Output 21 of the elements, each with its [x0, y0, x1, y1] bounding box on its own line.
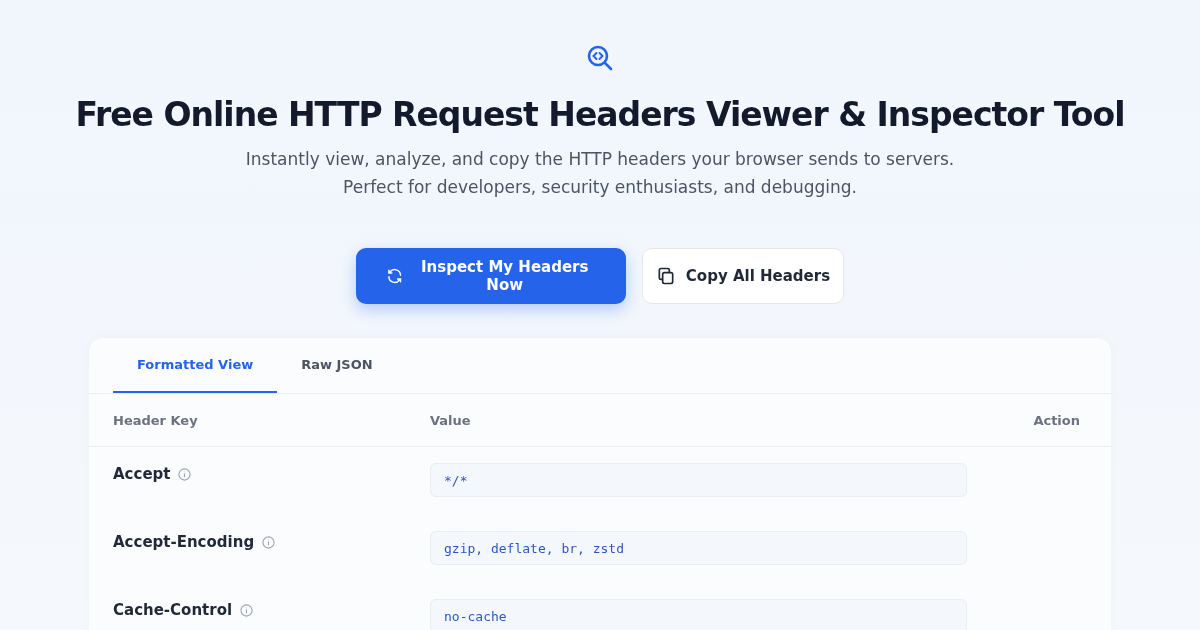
header-value: no-cache: [430, 599, 967, 630]
info-icon: [178, 468, 192, 481]
inspect-button[interactable]: Inspect My Headers Now: [356, 248, 626, 304]
subtitle-line: Instantly view, analyze, and copy the HTTP headers your browser sends to servers.: [245, 148, 955, 170]
header-key: Accept: [113, 465, 171, 483]
view-tab[interactable]: Formatted View: [113, 338, 278, 393]
column-header: Action: [986, 394, 1111, 447]
column-header: Value: [430, 394, 986, 447]
header-value: gzip, deflate, br, zstd: [430, 531, 967, 565]
refresh-icon: [386, 266, 404, 286]
column-header: Header Key: [89, 394, 430, 447]
header-key: Cache-Control: [113, 601, 233, 619]
info-icon: [240, 604, 254, 617]
header-value: */*: [430, 463, 967, 497]
copy-button[interactable]: Copy All Headers: [642, 248, 844, 304]
header-key: Accept-Encoding: [113, 533, 255, 551]
subtitle-line: Perfect for developers, security enthusiasts, and debugging.: [343, 176, 857, 198]
view-tab[interactable]: Raw JSON: [277, 338, 397, 393]
page-title: Free Online HTTP Request Headers Viewer & Inspector Tool: [75, 95, 1125, 134]
info-icon: [262, 536, 276, 549]
search-code-icon: [585, 43, 615, 73]
